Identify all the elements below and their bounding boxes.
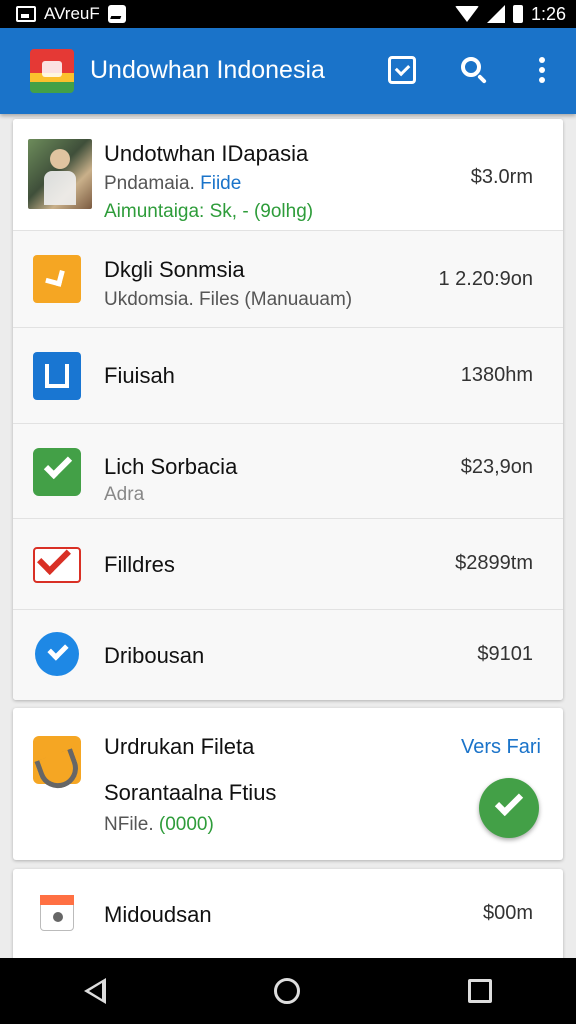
feature-card-extra: NFile. (0000) [104,814,214,836]
feature-card[interactable]: Urdrukan Fileta Vers Fari Sorantaalna Ft… [13,708,563,860]
feature-card-extra-value: (0000) [158,814,214,835]
battery-icon [512,5,523,23]
back-nav-icon[interactable] [84,978,106,1004]
list-item[interactable]: Filldres $2899tm [13,519,563,610]
list-item-value: $2899tm [455,552,533,574]
bottom-card-value: $00m [482,902,533,924]
list-item[interactable]: Fiuisah 1380hm [13,328,563,424]
bottom-card-title: Midoudsan [104,902,212,927]
photo-notification-icon [16,6,36,22]
list-item-title: Dkgli Sonmsia [104,257,245,282]
list-item-title: Lich Sorbacia [104,454,238,479]
home-nav-icon[interactable] [274,978,300,1004]
tools-icon [33,736,81,784]
green-check-app-icon [33,448,81,496]
list-item-subtitle-link[interactable]: Fiide [200,173,241,194]
calendar-check-icon [388,56,416,84]
status-carrier: AVreuF [44,4,100,23]
list-item-value: 1 2.20:9on [438,268,533,290]
status-bar: AVreuF 1:26 [0,0,576,28]
list-item-subtitle: Pndamaia. Fiide [104,173,241,195]
list-item-subtitle-text: Pndamaia. [104,173,195,194]
app-title: Undowhan Indonesia [90,56,325,84]
list-item[interactable]: Undotwhan IDapasia Pndamaia. Fiide Aimun… [13,119,563,231]
navigation-bar [0,958,576,1024]
gmail-icon [33,547,81,583]
confirm-check-button[interactable] [479,778,539,838]
blue-app-icon [33,352,81,400]
search-icon [461,57,481,77]
list-item-value: $9101 [477,643,533,665]
recents-nav-icon[interactable] [468,979,492,1003]
calendar-check-button[interactable] [382,50,422,90]
more-vert-icon [539,57,545,83]
feature-card-extra-prefix: NFile. [104,814,154,835]
feature-card-subtitle: Sorantaalna Ftius [104,780,277,805]
status-time: 1:26 [530,3,566,24]
main-list-card: Undotwhan IDapasia Pndamaia. Fiide Aimun… [13,119,563,700]
list-item-value: 1380hm [460,364,533,386]
list-item-value: $3.0rm [470,166,533,188]
list-item-value: $23,9on [460,456,533,478]
more-options-button[interactable] [522,50,562,90]
blue-circle-check-icon [35,632,79,676]
bottom-card[interactable]: Midoudsan $00m [13,869,563,969]
list-item-title: Filldres [104,552,175,577]
wifi-icon [454,6,479,22]
list-item-title: Fiuisah [104,363,175,388]
list-item[interactable]: Dribousan $9101 [13,610,563,700]
search-button[interactable] [454,50,494,90]
list-item-title: Undotwhan IDapasia [104,141,309,166]
list-item-extra: Aimuntaiga: Sk, - (9olhg) [104,201,314,222]
list-item[interactable]: Lich Sorbacia Adra $23,9on [13,424,563,519]
list-item[interactable]: Dkgli Sonmsia Ukdomsia. Files (Manuauam)… [13,231,563,328]
orange-app-icon [33,255,81,303]
list-item-subtitle: Adra [104,484,145,505]
signal-icon [486,5,505,23]
list-item-subtitle: Ukdomsia. Files (Manuauam) [104,289,353,310]
box-icon [40,895,74,931]
feature-card-link[interactable]: Vers Fari [461,736,541,759]
feature-card-title: Urdrukan Fileta [104,734,255,759]
app-logo-icon [30,49,74,93]
app-bar: Undowhan Indonesia [0,28,576,114]
photo-thumbnail-icon [28,139,92,209]
list-item-title: Dribousan [104,643,205,668]
image-notification-icon [107,5,126,23]
